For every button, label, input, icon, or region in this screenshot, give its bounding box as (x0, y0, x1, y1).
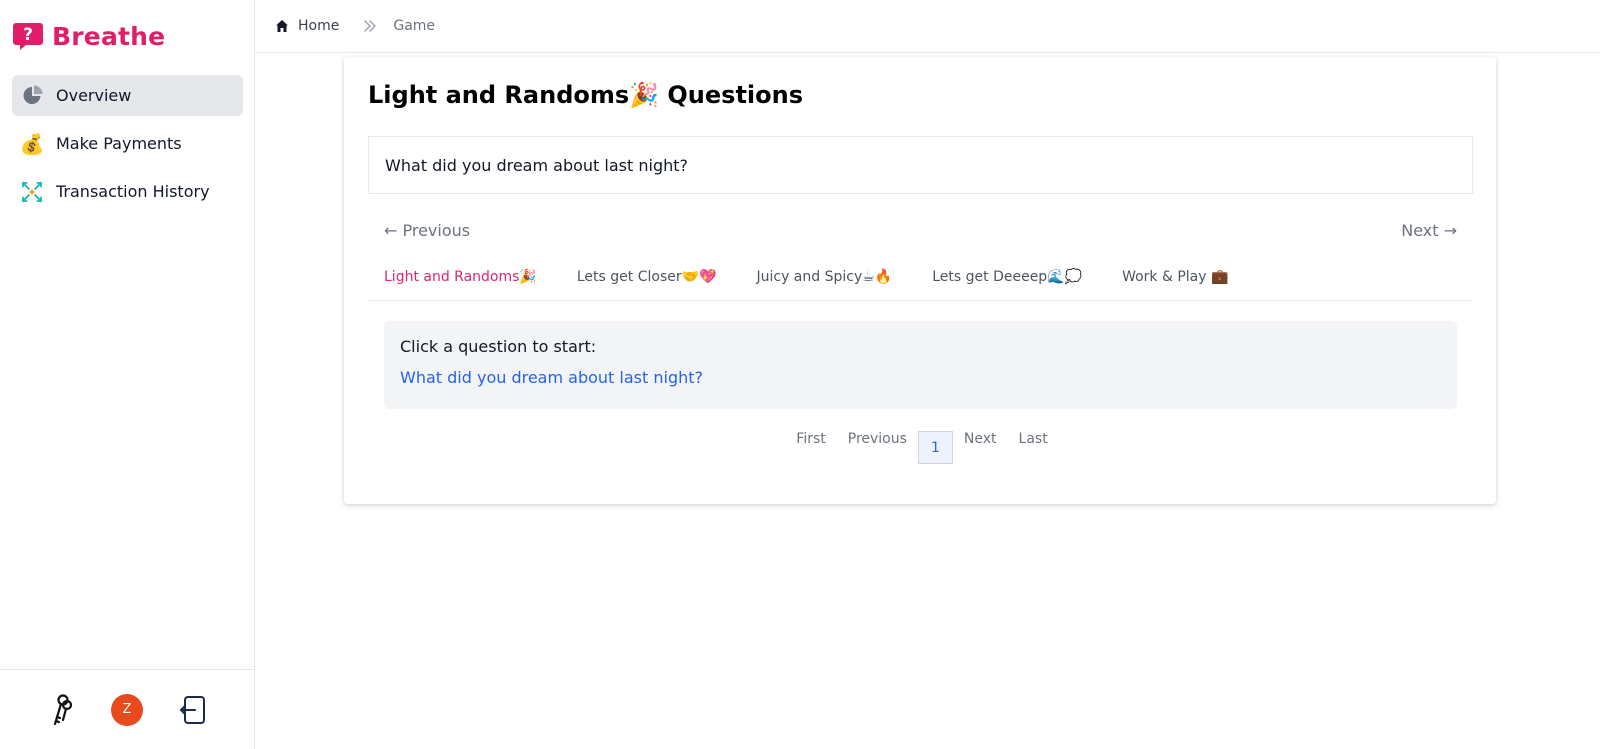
sidebar-item-label: Make Payments (56, 134, 182, 153)
previous-question-button[interactable]: ← Previous (384, 221, 470, 240)
breadcrumb-home-link[interactable]: Home (275, 18, 339, 34)
pagination-first[interactable]: First (796, 431, 825, 447)
pagination-previous[interactable]: Previous (848, 431, 907, 447)
money-bag-icon: 💰 (19, 131, 45, 156)
sidebar-item-make-payments[interactable]: 💰 Make Payments (12, 123, 243, 164)
sidebar-item-label: Overview (56, 86, 132, 105)
breadcrumb-home-label: Home (298, 18, 340, 34)
sidebar-item-transaction-history[interactable]: Transaction History (12, 171, 243, 212)
question-link[interactable]: What did you dream about last night? (400, 368, 1441, 387)
brand-logo[interactable]: ? Breathe (12, 20, 165, 52)
sidebar-footer: Z (0, 669, 254, 749)
tab-lets-get-closer[interactable]: Lets get Closer🤝💖 (577, 269, 717, 285)
keys-button[interactable] (44, 693, 78, 727)
pagination: First Previous 1 Next Last (344, 431, 1496, 464)
game-card: Light and Randoms🎉 Questions What did yo… (344, 57, 1496, 504)
pagination-next[interactable]: Next (964, 431, 997, 447)
pagination-page-current[interactable]: 1 (917, 431, 953, 464)
breadcrumb-current: Game (393, 18, 436, 34)
tab-juicy-and-spicy[interactable]: Juicy and Spicy☕🔥 (756, 269, 892, 285)
pie-chart-icon (20, 84, 44, 108)
chevron-double-right-icon (363, 20, 377, 32)
breadcrumb: Home Game (275, 18, 435, 34)
home-icon (276, 20, 288, 32)
svg-text:?: ? (23, 25, 33, 45)
keys-icon (54, 693, 73, 725)
sparkle-arrows-icon (20, 180, 44, 204)
brand-name: Breathe (52, 21, 166, 51)
question-list-panel: Click a question to start: What did you … (384, 321, 1457, 409)
next-question-button[interactable]: Next → (1401, 221, 1457, 240)
logout-button[interactable] (176, 693, 210, 727)
question-navigation: ← Previous Next → (384, 221, 1457, 240)
question-bubble-icon: ? (13, 23, 43, 50)
question-list-heading: Click a question to start: (400, 337, 597, 356)
sidebar-nav: Overview 💰 Make Payments Transaction His… (12, 75, 243, 219)
sidebar-item-label: Transaction History (56, 182, 210, 201)
sidebar: ? Breathe Overview 💰 Make Payments Trans… (0, 0, 255, 749)
tab-work-and-play[interactable]: Work & Play 💼 (1122, 269, 1228, 285)
pagination-last[interactable]: Last (1019, 431, 1048, 447)
current-question: What did you dream about last night? (368, 136, 1473, 194)
logout-icon (179, 695, 205, 724)
top-bar: Home Game (255, 0, 1600, 53)
tab-light-and-randoms[interactable]: Light and Randoms🎉 (384, 269, 537, 285)
sidebar-item-overview[interactable]: Overview (12, 75, 243, 116)
tab-lets-get-deeeep[interactable]: Lets get Deeeep🌊💭 (932, 269, 1082, 285)
avatar[interactable]: Z (110, 693, 143, 726)
page-title: Light and Randoms🎉 Questions (368, 81, 803, 109)
category-tabs: Light and Randoms🎉 Lets get Closer🤝💖 Jui… (368, 253, 1473, 301)
